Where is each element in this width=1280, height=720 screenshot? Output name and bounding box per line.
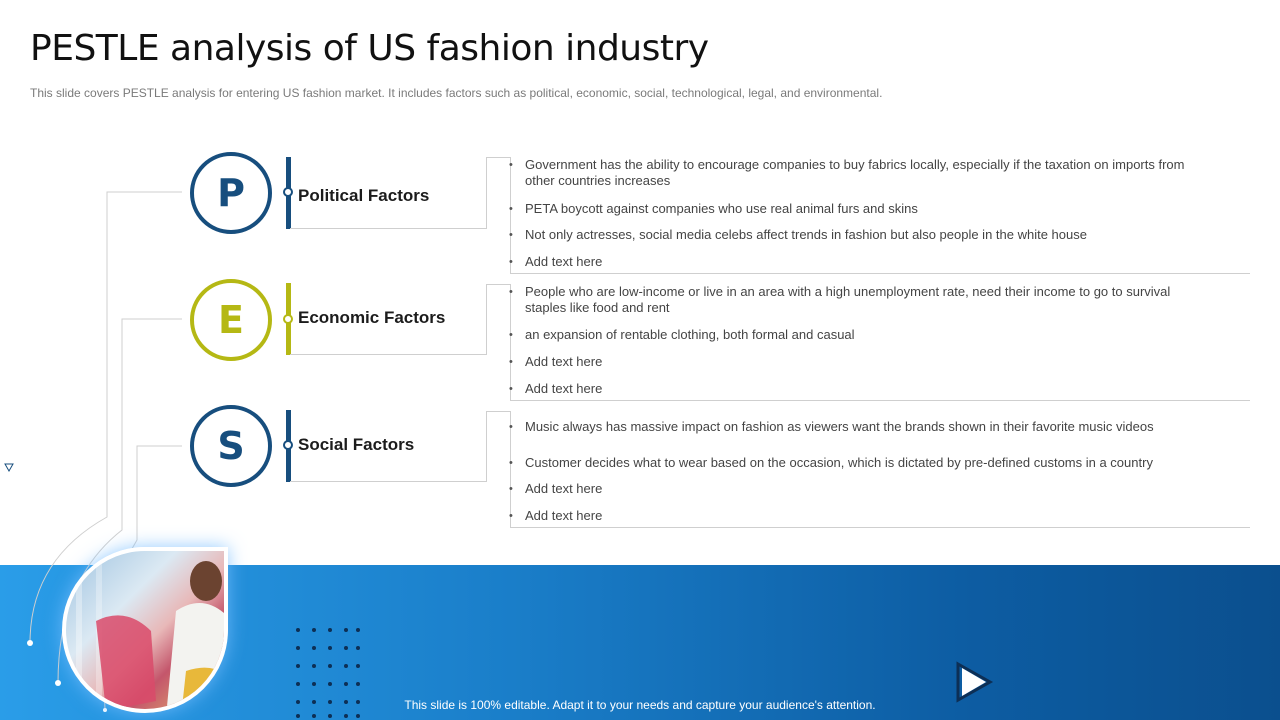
economic-connector-h — [486, 284, 510, 285]
list-item: Government has the ability to encourage … — [509, 157, 1190, 189]
list-item: Add text here — [509, 354, 1190, 370]
political-underline — [290, 228, 486, 229]
social-bottom-rule — [510, 527, 1250, 528]
political-connector-h — [486, 157, 510, 158]
social-connector-v — [486, 411, 487, 482]
economic-factor-block: E — [190, 279, 272, 361]
political-bottom-rule — [510, 273, 1250, 274]
slide-marker-icon — [4, 463, 14, 473]
page-subtitle: This slide covers PESTLE analysis for en… — [30, 86, 883, 100]
list-item: an expansion of rentable clothing, both … — [509, 327, 1190, 343]
shopper-illustration — [76, 556, 224, 709]
economic-letter-circle: E — [190, 279, 272, 361]
economic-accent-dot — [283, 314, 293, 324]
footer-note: This slide is 100% editable. Adapt it to… — [404, 698, 876, 712]
list-item: Customer decides what to wear based on t… — [509, 455, 1190, 471]
economic-underline — [290, 354, 486, 355]
economic-connector-v — [486, 284, 487, 355]
social-factor-block: S — [190, 405, 272, 487]
political-letter-circle: P — [190, 152, 272, 234]
list-item: PETA boycott against companies who use r… — [509, 201, 1190, 217]
list-item: People who are low-income or live in an … — [509, 284, 1190, 316]
political-accent-dot — [283, 187, 293, 197]
political-factor-block: P — [190, 152, 272, 234]
political-connector-v — [486, 157, 487, 229]
political-factor-label: Political Factors — [298, 186, 430, 205]
shopping-photo — [62, 547, 228, 713]
social-connector-h — [486, 411, 510, 412]
social-accent-dot — [283, 440, 293, 450]
list-item: Not only actresses, social media celebs … — [509, 227, 1190, 243]
social-factor-label: Social Factors — [298, 435, 415, 454]
list-item: Music always has massive impact on fashi… — [509, 419, 1190, 435]
economic-factor-label: Economic Factors — [298, 308, 446, 327]
list-item: Add text here — [509, 481, 1190, 497]
social-underline — [290, 481, 486, 482]
list-item: Add text here — [509, 254, 1190, 270]
list-item: Add text here — [509, 508, 1190, 524]
economic-bottom-rule — [510, 400, 1250, 401]
list-item: Add text here — [509, 381, 1190, 397]
page-title: PESTLE analysis of US fashion industry — [30, 28, 709, 69]
social-letter-circle: S — [190, 405, 272, 487]
